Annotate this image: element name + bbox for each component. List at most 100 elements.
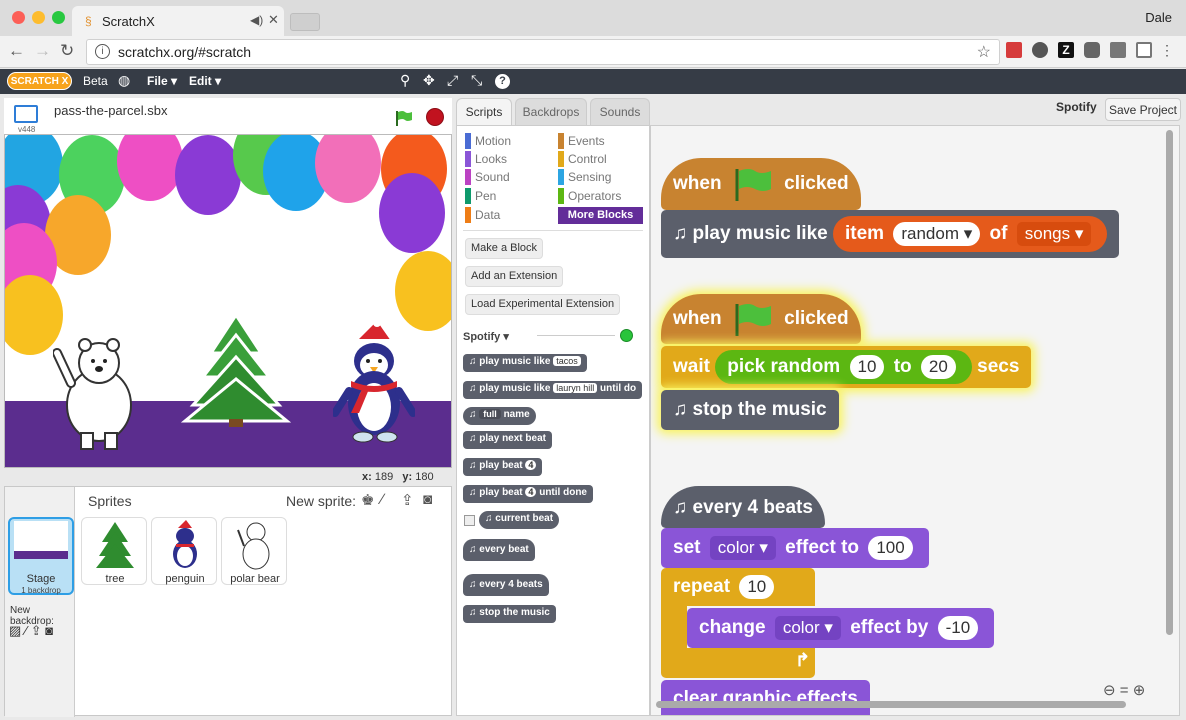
upload-backdrop-icon[interactable]: ⇪ — [31, 623, 42, 638]
category-data[interactable]: Data — [465, 207, 500, 223]
category-events[interactable]: Events — [558, 133, 605, 149]
block-input[interactable]: 4 — [525, 487, 537, 497]
duplicate-tool-icon[interactable]: ⚲ — [400, 72, 410, 89]
cast-icon[interactable] — [1136, 42, 1152, 58]
minimize-window-button[interactable] — [32, 11, 45, 24]
browser-tab[interactable]: § ScratchX ◀) ✕ — [72, 6, 284, 36]
upload-sprite-icon[interactable]: ⇪ — [401, 491, 414, 509]
tab-backdrops[interactable]: Backdrops — [515, 98, 587, 125]
stage-thumbnail[interactable]: Stage 1 backdrop — [8, 517, 74, 595]
current-beat-checkbox[interactable] — [464, 515, 475, 526]
category-sound[interactable]: Sound — [465, 169, 510, 185]
palette-block-every-beat[interactable]: ♫ every beat — [463, 539, 535, 561]
project-filename[interactable]: pass-the-parcel.sbx — [54, 103, 167, 118]
evernote-icon[interactable] — [1032, 42, 1048, 58]
zotero-icon[interactable]: Z — [1058, 42, 1074, 58]
green-flag-icon[interactable] — [395, 110, 413, 126]
save-project-button[interactable]: Save Project — [1105, 98, 1181, 121]
random-min-input[interactable]: 10 — [849, 354, 885, 379]
info-icon[interactable]: i — [95, 44, 110, 59]
scripts-horizontal-scrollbar[interactable] — [656, 701, 1126, 708]
paint-backdrop-icon[interactable]: ▨ — [9, 623, 21, 638]
block-input[interactable]: lauryn hill — [553, 383, 598, 393]
maximize-window-button[interactable] — [52, 11, 65, 24]
category-operators[interactable]: Operators — [558, 188, 621, 204]
file-menu[interactable]: File ▾ — [147, 74, 177, 88]
effect-value-input[interactable]: 100 — [868, 535, 913, 560]
zoom-in-icon[interactable]: ⊕ — [1133, 682, 1146, 699]
sprite-thumb-polar-bear[interactable]: polar bear — [221, 517, 287, 585]
sprite-thumb-penguin[interactable]: penguin — [151, 517, 217, 585]
shrink-tool-icon[interactable]: ⤡ — [471, 72, 482, 89]
close-tab-icon[interactable]: ✕ — [268, 12, 279, 28]
repeat-count-input[interactable]: 10 — [739, 574, 775, 599]
draw-backdrop-icon[interactable]: ∕ — [25, 623, 27, 638]
palette-block-play-beat-until-done[interactable]: ♫ play beat 4 until done — [463, 485, 593, 503]
repeat-block[interactable]: repeat 10 — [661, 568, 815, 606]
set-effect-block[interactable]: set color ▾ effect to 100 — [661, 528, 929, 568]
every-4-beats-hat[interactable]: ♫ every 4 beats — [661, 486, 825, 528]
add-extension-button[interactable]: Add an Extension — [465, 266, 564, 287]
category-sensing[interactable]: Sensing — [558, 169, 611, 185]
scripts-vertical-scrollbar[interactable] — [1166, 130, 1173, 635]
camera-backdrop-icon[interactable]: ◙ — [45, 623, 53, 638]
stop-the-music-block[interactable]: ♫ stop the music — [661, 390, 839, 430]
block-input[interactable]: 4 — [525, 460, 537, 470]
stop-sign-icon[interactable] — [426, 108, 444, 126]
palette-block-play-next-beat[interactable]: ♫ play next beat — [463, 431, 552, 449]
change-effect-block[interactable]: change color ▾ effect by -10 — [687, 608, 995, 648]
item-index-dropdown[interactable]: random ▾ — [893, 221, 981, 246]
tree-sprite[interactable] — [181, 313, 291, 429]
palette-block-stop-the-music[interactable]: ♫ stop the music — [463, 605, 556, 623]
speaker-icon[interactable]: ◀) — [250, 13, 263, 27]
grow-tool-icon[interactable]: ⤢ — [447, 72, 458, 89]
category-pen[interactable]: Pen — [465, 188, 496, 204]
edit-menu[interactable]: Edit ▾ — [189, 74, 221, 88]
when-flag-clicked-hat-1[interactable]: when clicked — [661, 158, 861, 210]
palette-block-play-music-until-done[interactable]: ♫ play music like lauryn hill until do — [463, 381, 643, 399]
block-dropdown[interactable]: full — [479, 409, 501, 419]
close-window-button[interactable] — [12, 11, 25, 24]
block-input[interactable]: tacos — [553, 356, 581, 366]
effect-dropdown[interactable]: color ▾ — [774, 615, 841, 640]
back-arrow-icon[interactable]: ← — [8, 41, 25, 61]
scratchx-logo[interactable]: SCRATCH X — [7, 72, 72, 90]
palette-block-play-beat[interactable]: ♫ play beat 4 — [463, 458, 543, 476]
category-control[interactable]: Control — [558, 151, 607, 167]
list-dropdown[interactable]: songs ▾ — [1016, 221, 1092, 246]
random-max-input[interactable]: 20 — [920, 354, 956, 379]
paint-sprite-icon[interactable]: ∕ — [381, 491, 384, 508]
stage-canvas[interactable] — [4, 134, 452, 468]
zoom-reset-icon[interactable]: = — [1120, 682, 1129, 699]
item-of-list-reporter[interactable]: item random ▾ of songs ▾ — [833, 215, 1108, 252]
palette-block-every-4-beats[interactable]: ♫ every 4 beats — [463, 574, 549, 596]
chrome-menu-icon[interactable]: ⋮ — [1160, 42, 1174, 58]
pick-random-reporter[interactable]: pick random 10 to 20 — [715, 349, 972, 384]
fullscreen-icon[interactable] — [14, 105, 38, 123]
tab-sounds[interactable]: Sounds — [590, 98, 650, 125]
polar-bear-sprite[interactable] — [53, 333, 139, 451]
extension-gray-icon[interactable] — [1110, 42, 1126, 58]
help-icon[interactable]: ? — [495, 74, 510, 89]
library-sprite-icon[interactable]: ♚ — [361, 491, 374, 509]
load-experimental-extension-button[interactable]: Load Experimental Extension — [465, 294, 621, 315]
address-bar[interactable]: i scratchx.org/#scratch ☆ — [86, 39, 1000, 65]
tab-scripts[interactable]: Scripts — [456, 98, 512, 125]
palette-block-full-name[interactable]: ♫ full name — [463, 407, 536, 425]
scripts-area[interactable]: when clicked ♫ play music like item rand… — [650, 125, 1180, 716]
pocket-icon[interactable] — [1084, 42, 1100, 58]
category-more-blocks[interactable]: More Blocks — [558, 207, 643, 224]
globe-icon[interactable]: ◍ — [118, 72, 130, 89]
url-text[interactable]: scratchx.org/#scratch — [118, 44, 251, 60]
sprite-thumb-tree[interactable]: tree — [81, 517, 147, 585]
bookmark-star-icon[interactable]: ☆ — [977, 42, 991, 62]
category-motion[interactable]: Motion — [465, 133, 511, 149]
palette-block-play-music-like[interactable]: ♫ play music like tacos — [463, 354, 587, 372]
when-flag-clicked-hat-2[interactable]: when clicked — [661, 294, 861, 344]
wait-secs-block[interactable]: wait pick random 10 to 20 secs — [661, 346, 1032, 388]
reload-icon[interactable]: ↻ — [60, 41, 74, 61]
play-music-like-block[interactable]: ♫ play music like item random ▾ of songs… — [661, 210, 1120, 258]
effect-dropdown[interactable]: color ▾ — [709, 535, 776, 560]
palette-block-current-beat[interactable]: ♫ current beat — [479, 511, 560, 529]
extension-red-icon[interactable] — [1006, 42, 1022, 58]
